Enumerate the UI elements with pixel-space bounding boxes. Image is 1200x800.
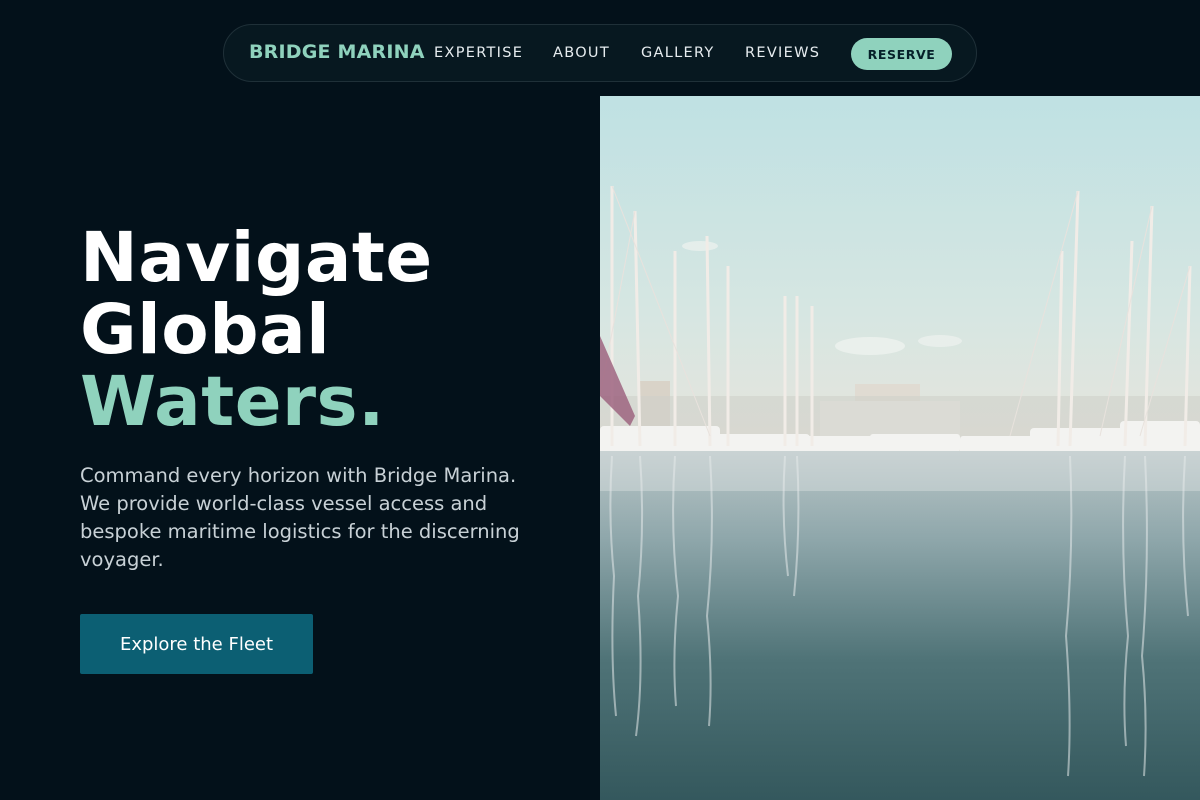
nav-link-reviews[interactable]: REVIEWS (745, 45, 820, 61)
headline-accent: Waters. (80, 362, 385, 442)
marina-photo-image (600, 96, 1200, 800)
top-navigation: BRIDGE MARINA EXPERTISE ABOUT GALLERY RE… (223, 24, 977, 82)
headline-line-2: Global (80, 290, 331, 370)
explore-fleet-button[interactable]: Explore the Fleet (80, 614, 313, 674)
reserve-button[interactable]: RESERVE (851, 38, 952, 70)
hero-description: Command every horizon with Bridge Marina… (80, 464, 520, 571)
nav-link-expertise[interactable]: EXPERTISE (434, 45, 523, 61)
nav-link-about[interactable]: ABOUT (553, 45, 610, 61)
nav-link-gallery[interactable]: GALLERY (641, 45, 715, 61)
marina-photo (600, 96, 1200, 800)
brand-logo[interactable]: BRIDGE MARINA (249, 41, 425, 63)
hero-headline: Navigate Global Waters. (80, 222, 433, 438)
headline-line-1: Navigate (80, 218, 433, 298)
